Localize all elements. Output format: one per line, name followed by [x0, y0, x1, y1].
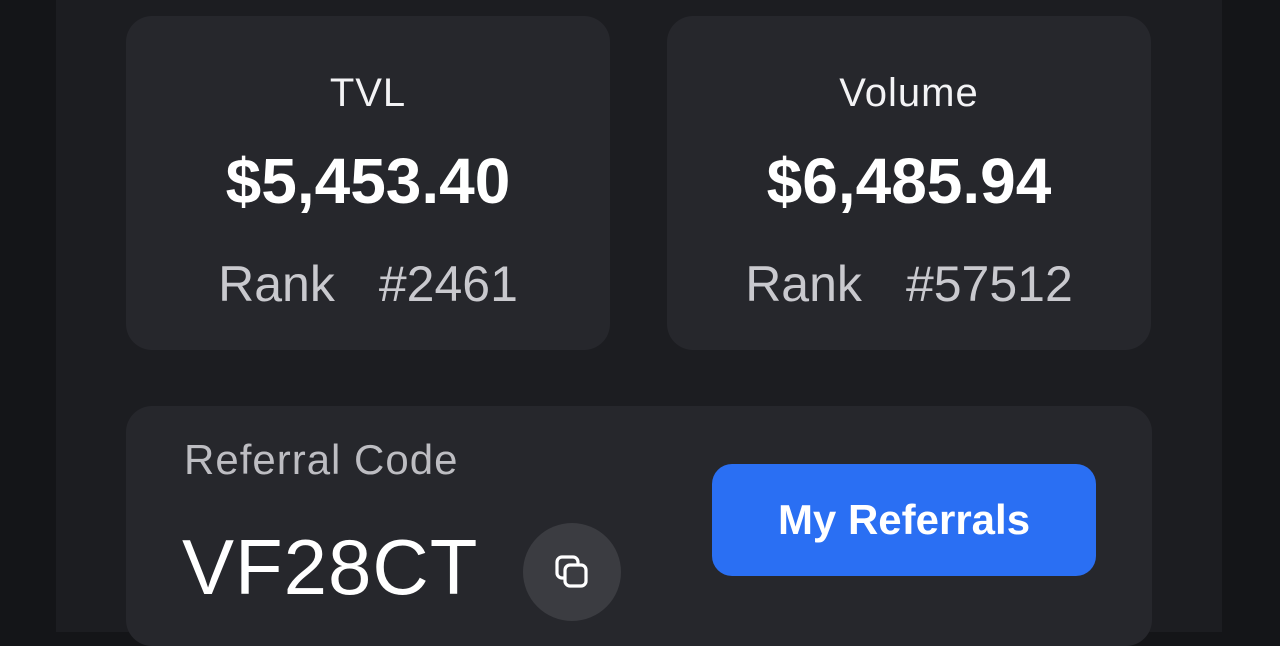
my-referrals-button[interactable]: My Referrals [712, 464, 1096, 576]
volume-value: $6,485.94 [766, 145, 1052, 217]
referral-dashboard-panel: TVL $5,453.40 Rank #2461 Volume $6,485.9… [56, 0, 1222, 646]
copy-icon [555, 555, 588, 588]
tvl-card: TVL $5,453.40 Rank #2461 [126, 16, 610, 350]
copy-code-button[interactable] [523, 523, 621, 621]
referral-code-value: VF28CT [182, 523, 479, 611]
tvl-rank-label: Rank [218, 256, 335, 312]
volume-rank-label: Rank [745, 256, 862, 312]
volume-rank: Rank #57512 [667, 255, 1151, 313]
tvl-rank: Rank #2461 [126, 255, 610, 313]
referral-card: Referral Code VF28CT My Referrals [126, 406, 1152, 646]
volume-card: Volume $6,485.94 Rank #57512 [667, 16, 1151, 350]
volume-rank-value: #57512 [905, 256, 1073, 312]
volume-label: Volume [839, 71, 979, 115]
tvl-value: $5,453.40 [225, 145, 511, 217]
tvl-rank-value: #2461 [378, 256, 518, 312]
tvl-label: TVL [329, 71, 407, 115]
referral-code-label: Referral Code [184, 436, 459, 483]
